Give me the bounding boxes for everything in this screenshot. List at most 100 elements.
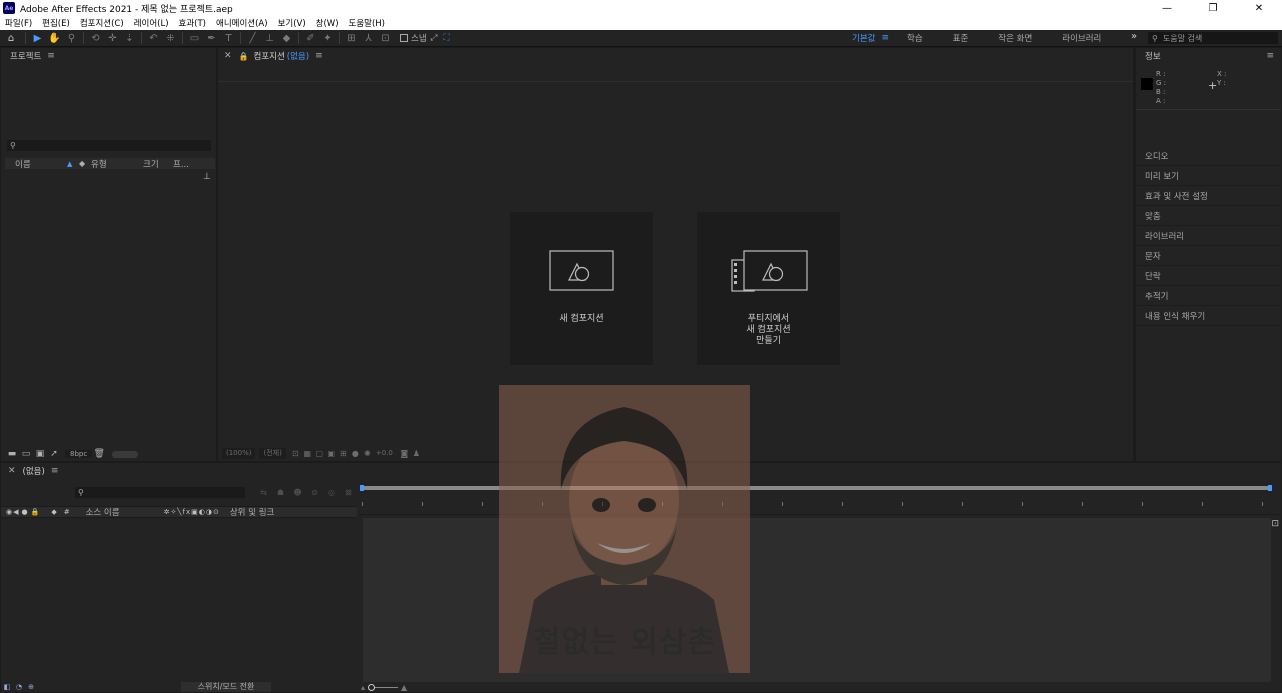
minimize-button[interactable]: — — [1144, 0, 1190, 16]
info-panel-title[interactable]: 정보 — [1145, 50, 1161, 62]
panel-audio[interactable]: 오디오 — [1136, 146, 1281, 166]
frame-blending-icon[interactable]: ⊜ — [306, 487, 323, 498]
home-icon[interactable]: ⌂ — [0, 31, 22, 46]
close-icon[interactable]: ✕ — [8, 466, 16, 476]
panel-preview[interactable]: 미리 보기 — [1136, 166, 1281, 186]
timeline-search-input[interactable]: ⚲ — [75, 487, 245, 498]
composition-tab[interactable]: ✕ 🔒 컴포지션 (없음) ≡ — [218, 48, 1133, 64]
resolution-dropdown[interactable]: (전체) — [259, 447, 286, 459]
menu-view[interactable]: 보기(V) — [273, 17, 311, 29]
close-button[interactable]: ✕ — [1236, 0, 1282, 16]
snap-grid-icon[interactable]: ⛶ — [443, 33, 449, 43]
toggle-switches-modes-button[interactable]: 스위치/모드 전환 — [181, 682, 271, 692]
brush-tool-icon[interactable]: ╱ — [244, 31, 261, 46]
anchor-tool-icon[interactable]: ⁜ — [162, 31, 179, 46]
after-effects-app-icon[interactable]: Ae — [3, 2, 15, 14]
snap-checkbox[interactable] — [400, 34, 408, 42]
render-queue-icon[interactable]: ➚ — [47, 449, 61, 460]
zoom-in-icon[interactable]: ▲ — [401, 683, 407, 692]
workspace-standard[interactable]: 표준 — [953, 32, 969, 44]
menu-help[interactable]: 도움말(H) — [344, 17, 390, 29]
roto-brush-icon[interactable]: ✐ — [302, 31, 319, 46]
layer-switches-pane-icon[interactable]: ◧ — [1, 683, 13, 691]
snap-options-icon[interactable]: ⤢ — [431, 33, 438, 43]
panel-tracker[interactable]: 추적기 — [1136, 286, 1281, 306]
world-axis-icon[interactable]: ⅄ — [360, 31, 377, 46]
menu-layer[interactable]: 레이어(L) — [129, 17, 174, 29]
maximize-button[interactable]: ❐ — [1190, 0, 1236, 16]
pen-tool-icon[interactable]: ✒ — [203, 31, 220, 46]
snapshot-icon[interactable]: ◙ — [399, 448, 410, 459]
workspace-menu-icon[interactable]: ≡ — [881, 33, 889, 43]
label-tag-icon[interactable]: ◆ — [79, 159, 91, 168]
panel-menu-icon[interactable]: ≡ — [315, 51, 323, 61]
new-composition-icon[interactable]: ▣ — [33, 449, 47, 460]
close-icon[interactable]: ✕ — [224, 51, 232, 61]
toggle-mask-icon[interactable]: ▣ — [326, 448, 337, 459]
zoom-track[interactable] — [368, 683, 399, 691]
pan-camera-icon[interactable]: ✛ — [104, 31, 121, 46]
selection-tool-icon[interactable]: ▶ — [29, 31, 46, 46]
shy-layers-icon[interactable]: ☻ — [289, 487, 306, 498]
column-type[interactable]: 유형 — [91, 158, 143, 170]
lock-icon[interactable]: 🔒 — [239, 52, 249, 61]
lock-icon[interactable]: 🔒 — [31, 508, 40, 516]
puppet-tool-icon[interactable]: ✦ — [319, 31, 336, 46]
workspace-default[interactable]: 기본값 — [852, 32, 875, 44]
project-item-list[interactable] — [1, 171, 216, 447]
panel-character[interactable]: 문자 — [1136, 246, 1281, 266]
exposure-value[interactable]: +0.0 — [376, 449, 393, 457]
panel-content-aware-fill[interactable]: 내용 인식 채우기 — [1136, 306, 1281, 326]
magnification-dropdown[interactable]: (100%) — [222, 447, 256, 459]
video-visibility-icon[interactable]: ◉ — [6, 508, 12, 516]
dolly-camera-icon[interactable]: ⇣ — [121, 31, 138, 46]
graph-editor-icon[interactable]: ⊠ — [340, 487, 357, 498]
rectangle-tool-icon[interactable]: ▭ — [186, 31, 203, 46]
new-folder-icon[interactable]: ▭ — [19, 449, 33, 460]
channel-icon[interactable]: ● — [350, 448, 361, 459]
workspace-learn[interactable]: 학습 — [907, 32, 923, 44]
orbit-camera-icon[interactable]: ⟲ — [87, 31, 104, 46]
comp-button-icon[interactable]: ⊡ — [1271, 519, 1279, 529]
bit-depth-button[interactable]: 8bpc — [65, 450, 93, 458]
interpret-footage-icon[interactable]: ▬ — [5, 449, 19, 460]
flowchart-icon[interactable]: ⊥ — [203, 172, 211, 182]
help-search-input[interactable]: ⚲ 도움말 검색 — [1148, 32, 1278, 44]
menu-composition[interactable]: 컴포지션(C) — [75, 17, 129, 29]
region-of-interest-icon[interactable]: ▢ — [314, 448, 325, 459]
new-composition-card[interactable]: 새 컴포지션 — [510, 212, 653, 365]
show-snapshot-icon[interactable]: ♟ — [411, 448, 422, 459]
column-source-name[interactable]: 소스 이름 — [86, 506, 120, 518]
clone-stamp-icon[interactable]: ⊥ — [261, 31, 278, 46]
workspace-small-screen[interactable]: 작은 화면 — [998, 32, 1032, 44]
zoom-out-icon[interactable]: ▴ — [361, 683, 365, 692]
workspace-overflow-icon[interactable]: » — [1131, 31, 1137, 42]
menu-animation[interactable]: 애니메이션(A) — [211, 17, 273, 29]
motion-blur-icon[interactable]: ◎ — [323, 487, 340, 498]
column-name[interactable]: 이름 — [5, 158, 67, 170]
workspace-libraries[interactable]: 라이브러리 — [1062, 32, 1101, 44]
fast-previews-icon[interactable]: ⊡ — [290, 448, 301, 459]
type-tool-icon[interactable]: T — [220, 31, 237, 46]
zoom-knob[interactable] — [368, 683, 376, 691]
menu-effect[interactable]: 효과(T) — [174, 17, 211, 29]
layer-switches-icon[interactable]: ✲✧╲fx▣◐◑⊙ — [164, 508, 220, 516]
transparency-grid-icon[interactable]: ▦ — [302, 448, 313, 459]
sort-ascending-icon[interactable]: ▲ — [67, 160, 79, 168]
menu-file[interactable]: 파일(F) — [0, 17, 37, 29]
local-axis-icon[interactable]: ⊞ — [343, 31, 360, 46]
draft-3d-icon[interactable]: ☗ — [272, 487, 289, 498]
project-search-input[interactable]: ⚲ — [7, 140, 211, 151]
audio-icon[interactable]: ◀ — [13, 508, 18, 516]
menu-window[interactable]: 창(W) — [311, 17, 344, 29]
modes-pane-icon[interactable]: ◔ — [13, 683, 25, 691]
snap-toggle[interactable]: 스냅 ⤢ ⛶ — [400, 32, 449, 44]
column-frame-rate[interactable]: 프... — [173, 158, 193, 170]
column-size[interactable]: 크기 — [143, 158, 173, 170]
timeline-graph-area[interactable]: ⊡ — [359, 479, 1281, 682]
composition-mini-flowchart-icon[interactable]: ⇆ — [255, 487, 272, 498]
trash-icon[interactable]: 🗑 — [92, 449, 106, 460]
view-axis-icon[interactable]: ⊡ — [377, 31, 394, 46]
panel-align[interactable]: 맞춤 — [1136, 206, 1281, 226]
label-tag-icon[interactable]: ◆ — [51, 508, 56, 516]
